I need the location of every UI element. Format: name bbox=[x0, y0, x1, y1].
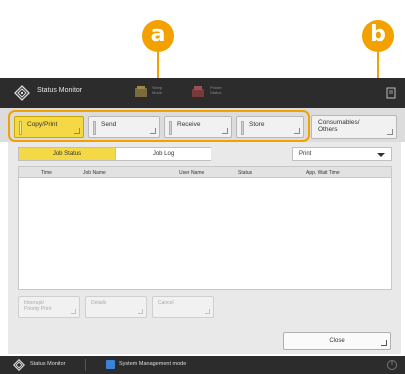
main-panel: Job Status Job Log Print Time Job Name U… bbox=[8, 142, 401, 354]
column-header-user-name: User Name bbox=[179, 170, 205, 176]
column-header-wait-time: App. Wait Time bbox=[306, 170, 340, 176]
divider bbox=[85, 359, 86, 371]
select-value: Print bbox=[299, 151, 312, 157]
cancel-button[interactable]: Cancel bbox=[152, 296, 214, 318]
column-header-time: Time bbox=[41, 170, 52, 176]
button-label: Cancel bbox=[158, 300, 174, 306]
app-title: Status Monitor bbox=[37, 87, 83, 94]
energy-saver-icon[interactable] bbox=[386, 359, 398, 371]
consumables-label: Consumables/ Others bbox=[318, 119, 360, 133]
status-monitor-icon bbox=[14, 85, 30, 101]
tabs-highlight-frame bbox=[8, 110, 310, 142]
corner-mark bbox=[381, 340, 387, 346]
chevron-down-icon bbox=[377, 153, 385, 157]
status-monitor-icon[interactable] bbox=[13, 359, 25, 371]
close-button[interactable]: Close bbox=[283, 332, 391, 350]
sleep-icon bbox=[135, 86, 147, 97]
job-table: Time Job Name User Name Status App. Wait… bbox=[18, 166, 392, 290]
column-header-job-name: Job Name bbox=[83, 170, 106, 176]
consumables-others-button[interactable]: Consumables/ Others bbox=[311, 115, 397, 139]
corner-mark bbox=[138, 309, 143, 314]
corner-mark bbox=[205, 309, 210, 314]
table-header: Time Job Name User Name Status App. Wait… bbox=[19, 167, 391, 178]
button-label: Interrupt/ Priority Print bbox=[24, 300, 52, 312]
tab-job-status[interactable]: Job Status bbox=[19, 148, 115, 160]
button-label: Close bbox=[329, 338, 345, 344]
corner-mark bbox=[387, 129, 393, 135]
interrupt-priority-print-button[interactable]: Interrupt/ Priority Print bbox=[18, 296, 80, 318]
tab-job-log[interactable]: Job Log bbox=[115, 148, 211, 160]
details-button[interactable]: Details bbox=[85, 296, 147, 318]
bottom-status-bar: Status Monitor System Management mode bbox=[0, 356, 405, 374]
status-monitor-link[interactable]: Status Monitor bbox=[30, 361, 65, 367]
job-type-select[interactable]: Print bbox=[292, 147, 392, 161]
job-subtabs: Job Status Job Log bbox=[18, 147, 211, 161]
column-header-status: Status bbox=[238, 170, 253, 176]
callout-b: b bbox=[362, 20, 394, 52]
top-status-bar: Status Monitor Sleep Mode Printer Status bbox=[0, 78, 405, 108]
system-management-mode-label: System Management mode bbox=[119, 361, 187, 367]
callout-a: a bbox=[142, 20, 174, 52]
system-management-icon bbox=[106, 360, 115, 369]
sleep-status-text: Sleep Mode bbox=[152, 85, 163, 95]
button-label: Details bbox=[91, 300, 107, 306]
document-icon[interactable] bbox=[386, 87, 396, 99]
printer-status-text: Printer Status bbox=[210, 85, 222, 95]
corner-mark bbox=[71, 309, 76, 314]
printer-status-icon bbox=[192, 86, 204, 97]
